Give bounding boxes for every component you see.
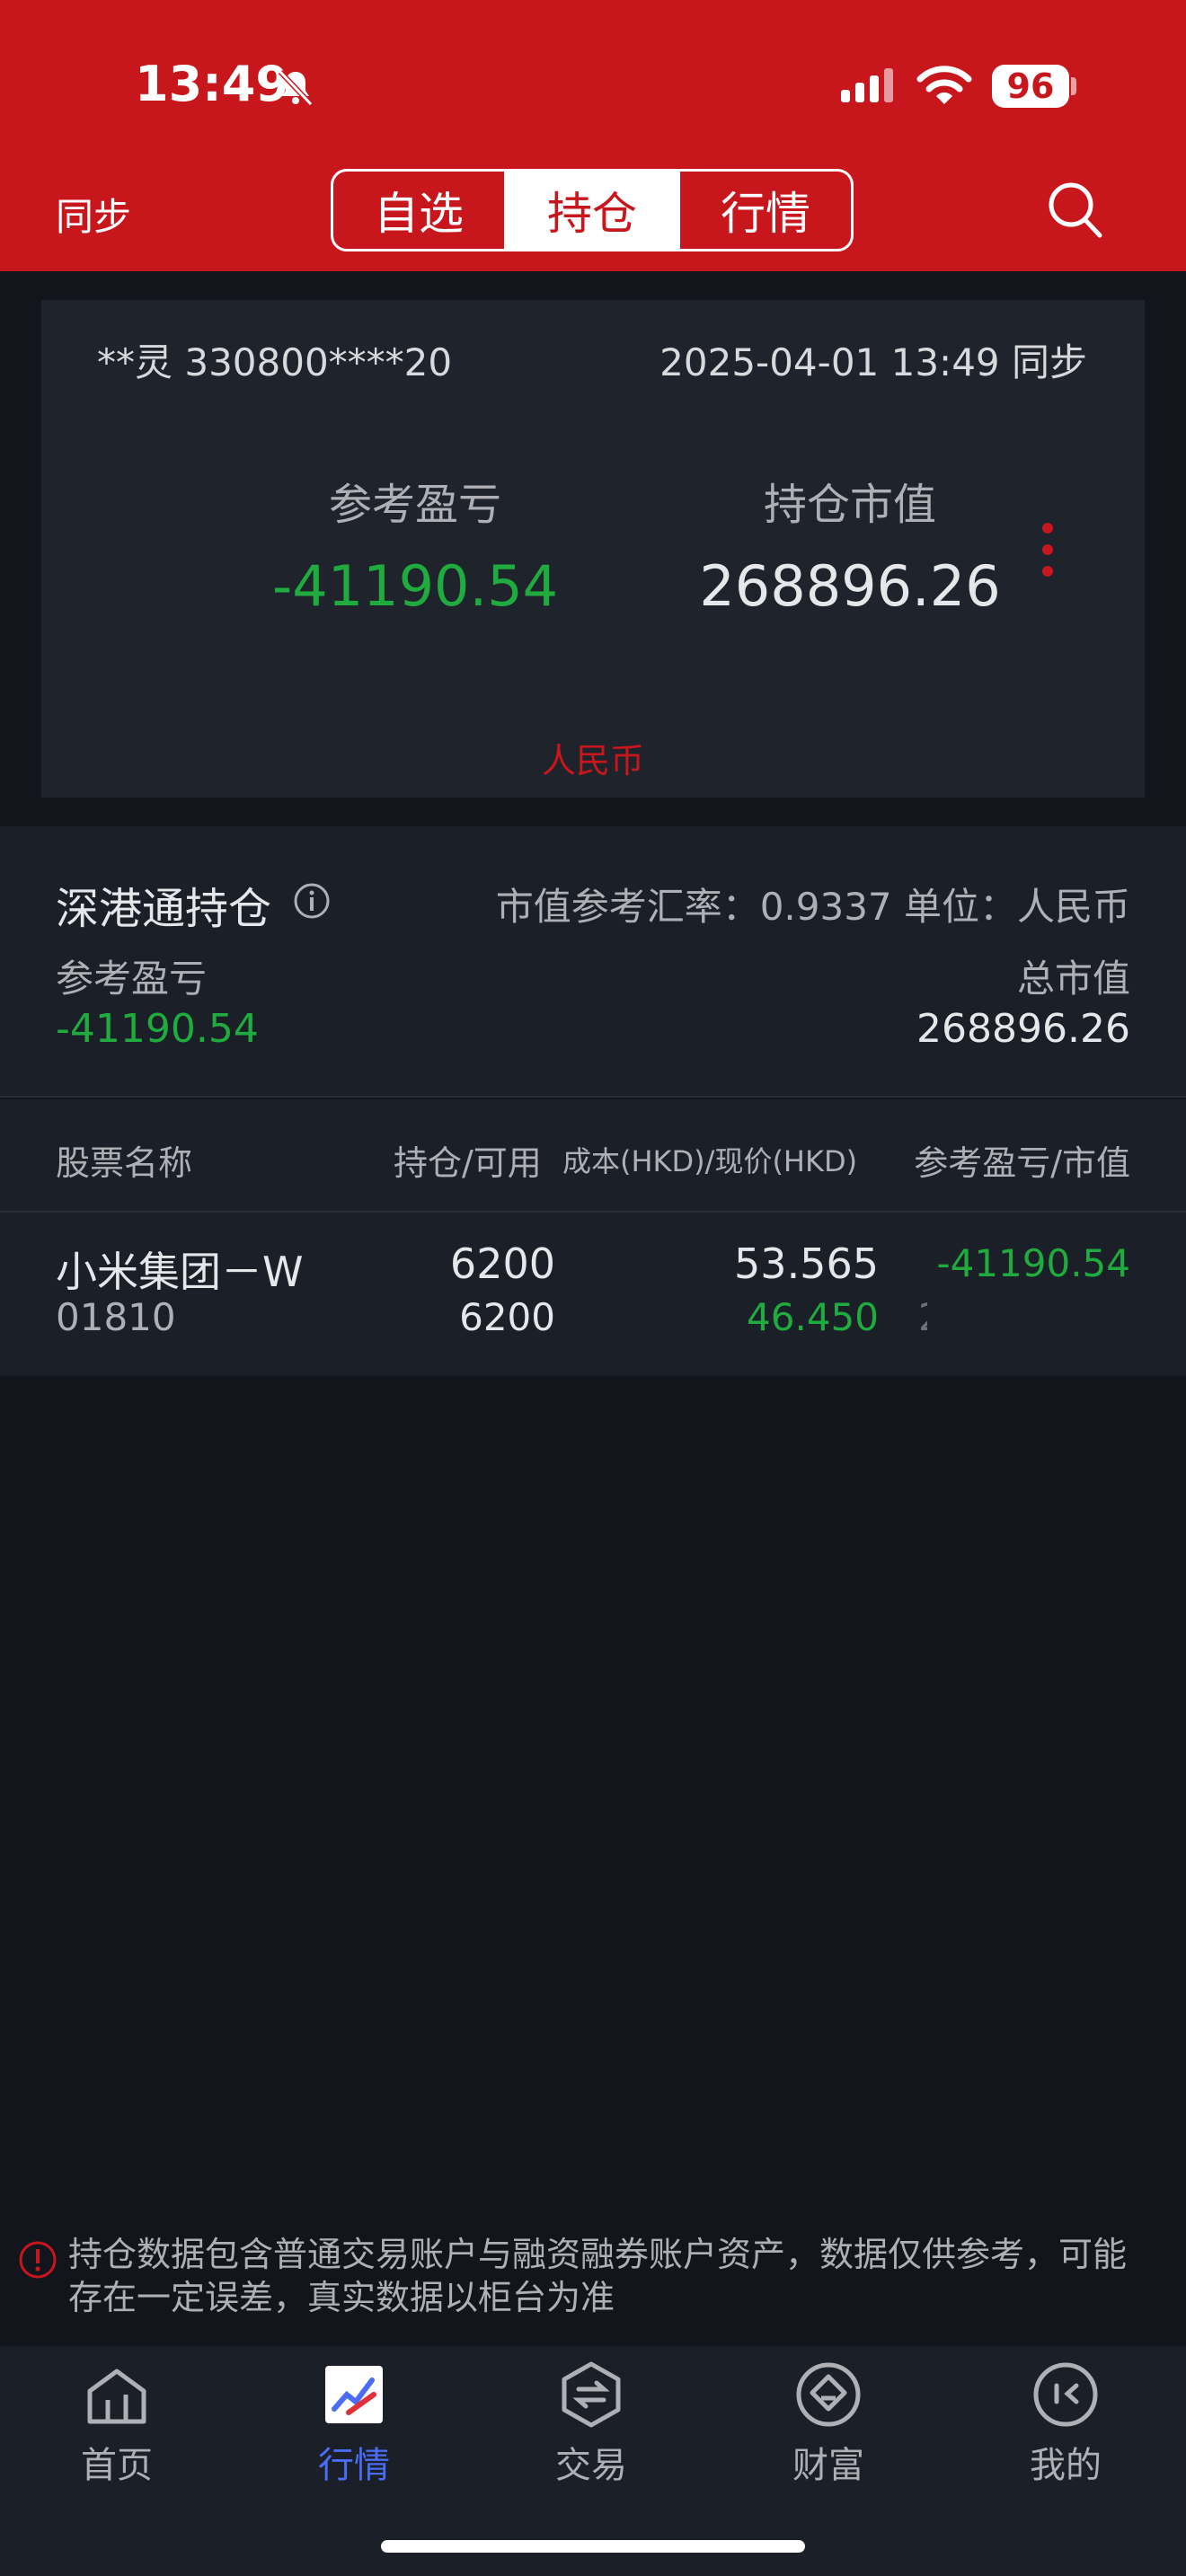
search-icon[interactable]: [1046, 180, 1103, 241]
sync-time: 2025-04-01 13:49 同步: [659, 340, 1087, 384]
nav-home[interactable]: 首页: [27, 2359, 207, 2488]
stock-code: 01810: [56, 1295, 176, 1339]
pl-value: -41190.54: [271, 553, 559, 619]
nav-profile-label: 我的: [1030, 2445, 1102, 2486]
pl-label: 参考盈亏: [328, 480, 501, 530]
nav-trade[interactable]: 交易: [501, 2359, 681, 2488]
nav-trade-label: 交易: [555, 2445, 627, 2486]
home-icon: [87, 2369, 146, 2424]
col-stock-name: 股票名称: [56, 1143, 193, 1183]
market-chart-icon: [325, 2366, 383, 2423]
disclaimer-text: 持仓数据包含普通交易账户与融资融券账户资产，数据仅供参考，可能存在一定误差，真实…: [68, 2235, 1128, 2317]
nav-wealth-label: 财富: [792, 2445, 864, 2486]
tab-positions[interactable]: 持仓: [504, 172, 677, 249]
col-pl-mv: 参考盈亏/市值: [914, 1143, 1130, 1183]
trade-icon: [562, 2361, 621, 2428]
profile-icon: [1033, 2362, 1098, 2427]
summary-mv-value: 268896.26: [916, 1006, 1130, 1052]
table-header: 股票名称 持仓/可用 成本(HKD)/现价(HKD) 参考盈亏/市值: [0, 1099, 1186, 1213]
summary-pl-label: 参考盈亏: [56, 957, 208, 1001]
nav-home-label: 首页: [81, 2445, 153, 2486]
nav-market[interactable]: 行情: [264, 2359, 444, 2488]
tab-switcher: 自选 持仓 行情: [331, 169, 854, 251]
nav-profile[interactable]: 我的: [976, 2359, 1155, 2488]
exchange-rate: 市值参考汇率：0.9337 单位：人民币: [495, 885, 1130, 929]
nav-wealth[interactable]: 财富: [739, 2359, 918, 2488]
status-time: 13:49: [135, 56, 289, 112]
battery-tip: [1071, 77, 1076, 95]
more-vertical-icon[interactable]: [1039, 521, 1057, 578]
market-value-label: 持仓市值: [763, 480, 936, 530]
summary-mv-label: 总市值: [1016, 957, 1130, 1001]
info-alert-icon: [19, 2241, 57, 2279]
table-row[interactable]: 小米集团－W 01810 6200 6200 53.565 46.450 -41…: [0, 1213, 1186, 1376]
stock-name: 小米集团－W: [56, 1248, 304, 1296]
account-section: **灵 330800****20 2025-04-01 13:49 同步 参考盈…: [0, 271, 1186, 826]
summary-pl-value: -41190.54: [56, 1006, 259, 1052]
wifi-icon: [916, 66, 972, 104]
battery-level: 96: [992, 65, 1069, 108]
col-cost-price: 成本(HKD)/现价(HKD): [562, 1144, 858, 1178]
account-card: **灵 330800****20 2025-04-01 13:49 同步 参考盈…: [41, 300, 1145, 798]
info-icon[interactable]: [293, 882, 331, 920]
wealth-icon: [796, 2362, 861, 2427]
bell-muted-icon: [278, 69, 314, 107]
account-id: **灵 330800****20: [97, 340, 453, 384]
currency-selector[interactable]: 人民币: [41, 733, 1145, 782]
holdings-summary: 深港通持仓 市值参考汇率：0.9337 单位：人民币 参考盈亏 -41190.5…: [0, 826, 1186, 1098]
cost-price: 53.565: [734, 1239, 879, 1288]
available-qty: 6200: [459, 1295, 555, 1339]
section-title: 深港通持仓: [56, 884, 272, 934]
tab-market[interactable]: 行情: [677, 172, 851, 249]
nav-market-label: 行情: [318, 2445, 390, 2486]
home-indicator: [381, 2540, 805, 2553]
cellular-signal-icon: [841, 68, 893, 102]
sync-button[interactable]: 同步: [56, 187, 131, 242]
position-qty: 6200: [449, 1239, 555, 1288]
app-header: 13:49 96 同步 自选 持仓 行情: [0, 0, 1186, 271]
market-value: 268896.26: [699, 553, 1001, 619]
col-quantity: 持仓/可用: [394, 1143, 542, 1183]
row-market-value-partial: 2: [918, 1295, 927, 1339]
row-pl: -41190.54: [936, 1241, 1130, 1285]
tab-watchlist[interactable]: 自选: [333, 172, 504, 249]
current-price: 46.450: [747, 1295, 879, 1339]
